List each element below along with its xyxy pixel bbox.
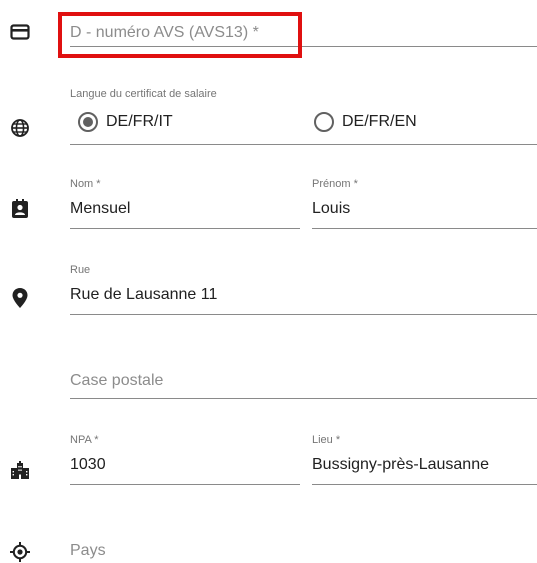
contact-card-icon: [10, 199, 30, 219]
globe-icon: [10, 118, 30, 138]
country-field[interactable]: Pays: [70, 540, 537, 563]
npa-value: 1030: [70, 456, 106, 473]
street-field[interactable]: Rue Rue de Lausanne 11: [70, 262, 537, 315]
avs-number-placeholder: D - numéro AVS (AVS13) *: [70, 24, 259, 41]
first-name-label: Prénom *: [312, 178, 358, 190]
language-radio-group: Langue du certificat de salaire DE/FR/IT…: [70, 88, 537, 145]
radio-unselected-icon: [314, 112, 334, 132]
street-value: Rue de Lausanne 11: [70, 286, 218, 303]
card-icon: [10, 22, 30, 42]
po-box-placeholder: Case postale: [70, 372, 164, 389]
radio-selected-icon: [78, 112, 98, 132]
city-icon: [10, 460, 30, 480]
npa-field[interactable]: NPA * 1030: [70, 432, 300, 485]
avs-number-field[interactable]: D - numéro AVS (AVS13) *: [70, 20, 537, 47]
radio-label-de-fr-it: DE/FR/IT: [106, 113, 173, 130]
city-value: Bussigny-près-Lausanne: [312, 456, 489, 473]
city-label: Lieu *: [312, 434, 341, 446]
last-name-field[interactable]: Nom * Mensuel: [70, 176, 300, 229]
radio-label-de-fr-en: DE/FR/EN: [342, 113, 417, 130]
radio-option-de-fr-it[interactable]: DE/FR/IT: [78, 112, 173, 132]
po-box-field[interactable]: Case postale: [70, 370, 537, 399]
radio-option-de-fr-en[interactable]: DE/FR/EN: [314, 112, 417, 132]
location-pin-icon: [10, 288, 30, 308]
first-name-field[interactable]: Prénom * Louis: [312, 176, 537, 229]
employee-form: D - numéro AVS (AVS13) * Langue du certi…: [0, 0, 537, 563]
target-icon: [10, 542, 30, 562]
last-name-value: Mensuel: [70, 200, 131, 217]
npa-label: NPA *: [70, 434, 99, 446]
city-field[interactable]: Lieu * Bussigny-près-Lausanne: [312, 432, 537, 485]
country-placeholder: Pays: [70, 542, 106, 559]
first-name-value: Louis: [312, 200, 351, 217]
street-label: Rue: [70, 264, 91, 276]
last-name-label: Nom *: [70, 178, 101, 190]
language-label: Langue du certificat de salaire: [70, 88, 217, 100]
